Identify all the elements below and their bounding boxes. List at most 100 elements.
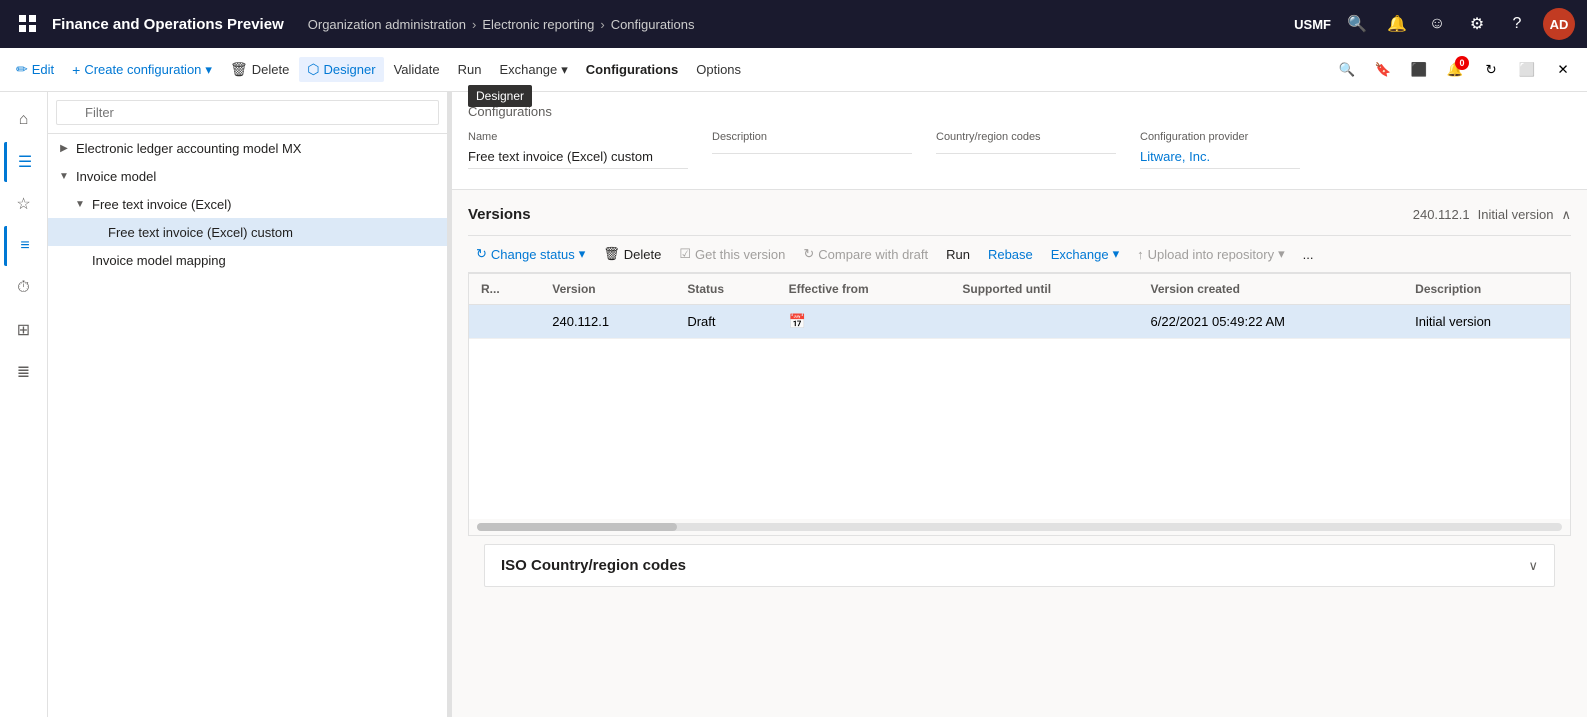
tree-item-invoice[interactable]: ▼ Invoice model bbox=[48, 162, 447, 190]
notif-count: 0 bbox=[1455, 56, 1469, 70]
get-version-button[interactable]: ☑ Get this version bbox=[671, 242, 793, 266]
table-header-row: R... Version Status Effective from Suppo… bbox=[469, 274, 1570, 305]
table-row[interactable]: 240.112.1 Draft 📅 6/22/2021 05:49:22 AM … bbox=[469, 305, 1570, 339]
expand-icon-fti: ▼ bbox=[72, 196, 88, 212]
app-title: Finance and Operations Preview bbox=[52, 16, 284, 33]
menu-nav-icon[interactable]: ≡ bbox=[4, 226, 44, 266]
tree-label-fti: Free text invoice (Excel) bbox=[92, 197, 231, 212]
versions-header: Versions 240.112.1 Initial version ∧ bbox=[468, 206, 1571, 223]
history-nav-icon[interactable]: ⏱ bbox=[4, 268, 44, 308]
delete-icon: 🗑 bbox=[230, 61, 248, 78]
create-config-button[interactable]: + Create configuration ▾ bbox=[64, 58, 220, 82]
star-nav-icon[interactable]: ☆ bbox=[4, 184, 44, 224]
compare-draft-button[interactable]: ↻ Compare with draft bbox=[795, 242, 936, 266]
home-nav-icon[interactable]: ⌂ bbox=[4, 100, 44, 140]
calendar-icon[interactable]: 📅 bbox=[789, 313, 806, 329]
versions-badge: 240.112.1 Initial version ∧ bbox=[1413, 207, 1571, 223]
emoji-icon[interactable]: ☺ bbox=[1423, 10, 1451, 38]
versions-collapse-icon[interactable]: ∧ bbox=[1561, 207, 1571, 223]
table-empty-area bbox=[469, 339, 1570, 519]
filter-nav-icon[interactable]: ☰ bbox=[4, 142, 44, 182]
filter-input[interactable] bbox=[56, 100, 439, 125]
h-scrollbar-thumb[interactable] bbox=[477, 523, 677, 531]
settings-icon[interactable]: ⚙ bbox=[1463, 10, 1491, 38]
content-breadcrumb: Configurations bbox=[468, 104, 1571, 119]
compare-icon: ↻ bbox=[803, 246, 814, 262]
list-nav-icon[interactable]: ≣ bbox=[4, 352, 44, 392]
tree-item-imm[interactable]: ▶ Invoice model mapping bbox=[48, 246, 447, 274]
run-button[interactable]: Run bbox=[450, 58, 490, 81]
country-field-value[interactable] bbox=[936, 145, 1116, 154]
close-icon[interactable]: ✕ bbox=[1547, 54, 1579, 86]
open-icon[interactable]: ⬜ bbox=[1511, 54, 1543, 86]
filter-row: 🔍 bbox=[48, 92, 447, 134]
tree-item-ftic[interactable]: ▶ Free text invoice (Excel) custom bbox=[48, 218, 447, 246]
search-bar-icon[interactable]: 🔍 bbox=[1331, 54, 1363, 86]
iso-title: ISO Country/region codes bbox=[501, 557, 686, 574]
upload-icon: ↑ bbox=[1137, 247, 1144, 262]
exchange-button[interactable]: Exchange ▾ bbox=[491, 58, 575, 82]
notification-icon[interactable]: 🔔 bbox=[1383, 10, 1411, 38]
edit-label: Edit bbox=[32, 62, 54, 77]
versions-exchange-button[interactable]: Exchange ▾ bbox=[1043, 242, 1127, 266]
plus-icon: + bbox=[72, 62, 80, 78]
name-field-label: Name bbox=[468, 131, 688, 143]
provider-field-value[interactable]: Litware, Inc. bbox=[1140, 145, 1300, 169]
options-label: Options bbox=[696, 62, 741, 77]
delete-button[interactable]: 🗑 Delete bbox=[222, 57, 297, 82]
help-icon[interactable]: ? bbox=[1503, 10, 1531, 38]
top-bar: Finance and Operations Preview Organizat… bbox=[0, 0, 1587, 48]
description-field-group: Description bbox=[712, 131, 912, 169]
change-status-dropdown: ▾ bbox=[579, 246, 586, 262]
provider-field-label: Configuration provider bbox=[1140, 131, 1300, 143]
avatar[interactable]: AD bbox=[1543, 8, 1575, 40]
change-status-button[interactable]: ↻ Change status ▾ bbox=[468, 242, 593, 266]
refresh-icon[interactable]: ↻ bbox=[1475, 54, 1507, 86]
breadcrumb-configurations[interactable]: Configurations bbox=[611, 17, 695, 32]
tree-item-elm[interactable]: ▶ Electronic ledger accounting model MX bbox=[48, 134, 447, 162]
expand-icon-elm: ▶ bbox=[56, 140, 72, 156]
iso-collapse-icon[interactable]: ∨ bbox=[1528, 558, 1538, 574]
options-button[interactable]: Options bbox=[688, 58, 749, 81]
col-header-effective: Effective from bbox=[777, 274, 951, 305]
filter-wrap: 🔍 bbox=[56, 100, 439, 125]
col-header-created: Version created bbox=[1139, 274, 1404, 305]
iso-section: ISO Country/region codes ∨ bbox=[484, 544, 1555, 587]
apps-grid-button[interactable] bbox=[12, 8, 44, 40]
tree-panel: 🔍 ▶ Electronic ledger accounting model M… bbox=[48, 92, 448, 717]
versions-delete-button[interactable]: 🗑 Delete bbox=[595, 242, 669, 266]
tree-label-ftic: Free text invoice (Excel) custom bbox=[108, 225, 293, 240]
search-top-icon[interactable]: 🔍 bbox=[1343, 10, 1371, 38]
configurations-tab[interactable]: Configurations bbox=[578, 58, 686, 81]
get-version-icon: ☑ bbox=[679, 246, 691, 262]
top-bar-right: USMF 🔍 🔔 ☺ ⚙ ? AD bbox=[1294, 8, 1575, 40]
col-header-r: R... bbox=[469, 274, 540, 305]
expand-icon-invoice: ▼ bbox=[56, 168, 72, 184]
name-field-value[interactable]: Free text invoice (Excel) custom bbox=[468, 145, 688, 169]
provider-field-group: Configuration provider Litware, Inc. bbox=[1140, 131, 1300, 169]
tree-label-elm: Electronic ledger accounting model MX bbox=[76, 141, 301, 156]
change-status-label: Change status bbox=[491, 247, 575, 262]
versions-run-button[interactable]: Run bbox=[938, 243, 978, 266]
tree-label-invoice: Invoice model bbox=[76, 169, 156, 184]
upload-repository-button[interactable]: ↑ Upload into repository ▾ bbox=[1129, 242, 1293, 266]
validate-button[interactable]: Validate bbox=[386, 58, 448, 81]
bookmark-icon[interactable]: 🔖 bbox=[1367, 54, 1399, 86]
grid-nav-icon[interactable]: ⊞ bbox=[4, 310, 44, 350]
description-field-value[interactable] bbox=[712, 145, 912, 154]
rebase-button[interactable]: Rebase bbox=[980, 243, 1041, 266]
versions-table-wrap: R... Version Status Effective from Suppo… bbox=[469, 274, 1570, 339]
tree-item-fti[interactable]: ▼ Free text invoice (Excel) bbox=[48, 190, 447, 218]
panel-icon[interactable]: ⬛ bbox=[1403, 54, 1435, 86]
breadcrumb-org[interactable]: Organization administration bbox=[308, 17, 466, 32]
org-label: USMF bbox=[1294, 17, 1331, 32]
breadcrumb-reporting[interactable]: Electronic reporting bbox=[482, 17, 594, 32]
edit-button[interactable]: ✏ Edit bbox=[8, 57, 62, 82]
versions-delete-label: Delete bbox=[624, 247, 662, 262]
designer-button[interactable]: ⬡ Designer bbox=[299, 57, 383, 82]
main-layout: ⌂ ☰ ☆ ≡ ⏱ ⊞ ≣ 🔍 ▶ Electronic ledger acco… bbox=[0, 92, 1587, 717]
edit-icon: ✏ bbox=[16, 61, 28, 78]
more-button[interactable]: ... bbox=[1295, 243, 1322, 266]
col-header-description: Description bbox=[1403, 274, 1570, 305]
cell-effective: 📅 bbox=[777, 305, 951, 339]
